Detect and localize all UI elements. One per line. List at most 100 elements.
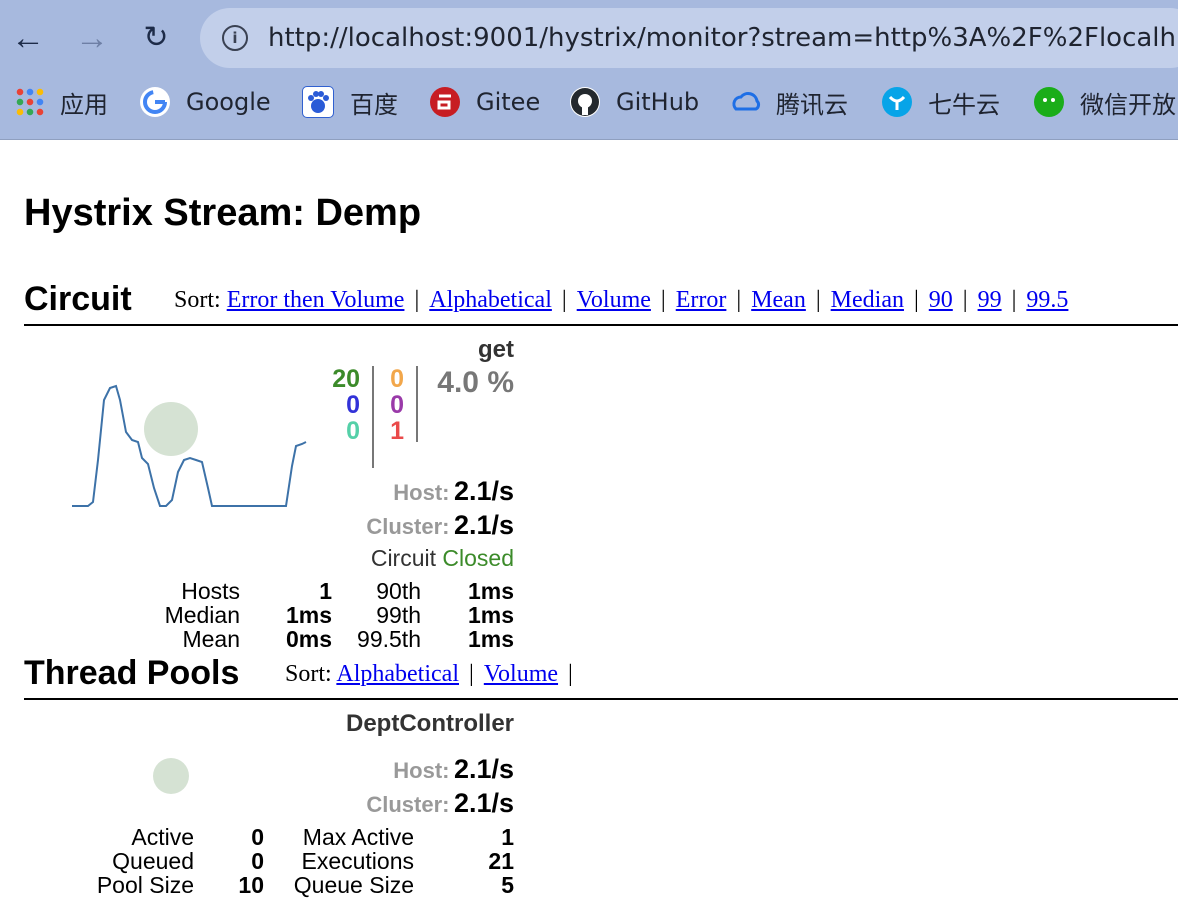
circuit-host-rate-row: Host: 2.1/s (300, 476, 514, 507)
mean-value: 0ms (285, 626, 332, 652)
count-rejected: 0 (390, 391, 404, 419)
circuit-cluster-rate-row: Cluster: 2.1/s (300, 510, 514, 541)
p90-label: 90th (376, 578, 421, 604)
cluster-rate: 2.1/s (453, 788, 514, 818)
apps-grid-icon (16, 88, 44, 116)
pool-host-rate-row: Host: 2.1/s (300, 754, 514, 785)
bookmarks-bar: 应用 Google 百度 Gitee GitHub 腾讯云 七牛云 微信开放 (0, 82, 1178, 122)
count-bad-request: 0 (346, 417, 360, 445)
max-active-label: Max Active (302, 824, 414, 850)
sort-error-then-volume[interactable]: Error then Volume (227, 287, 405, 313)
page-title: Hystrix Stream: Demp (24, 192, 422, 234)
queue-size-label: Queue Size (293, 872, 414, 898)
pool-size-value: 10 (238, 872, 264, 898)
p99-label: 99th (376, 602, 421, 628)
circuit-name: get (478, 336, 514, 363)
bookmark-apps[interactable]: 应用 (16, 82, 108, 122)
bookmark-qiniu[interactable]: 七牛云 (882, 82, 1000, 122)
count-success: 20 (332, 365, 360, 393)
host-label: Host: (393, 480, 450, 505)
reload-icon[interactable]: ↻ (136, 18, 176, 58)
bookmark-label: Gitee (476, 88, 541, 116)
active-value: 0 (251, 824, 264, 850)
sort-error[interactable]: Error (676, 287, 727, 313)
address-url[interactable]: http://localhost:9001/hystrix/monitor?st… (268, 23, 1176, 53)
queued-value: 0 (251, 848, 264, 874)
thread-pools-divider (24, 698, 1178, 700)
info-icon[interactable]: i (222, 25, 248, 51)
circuit-sparkline (72, 384, 307, 507)
sort-median[interactable]: Median (831, 287, 904, 313)
bookmark-label: 微信开放 (1080, 90, 1176, 119)
circuit-section-title: Circuit (24, 280, 132, 318)
pool-size-label: Pool Size (96, 872, 194, 898)
host-rate: 2.1/s (453, 754, 514, 784)
error-percentage: 4.0 % (437, 366, 514, 399)
sort-label: Sort: (285, 661, 332, 687)
bookmark-label: Google (186, 88, 271, 116)
gitee-icon (430, 87, 460, 117)
address-bar[interactable]: i http://localhost:9001/hystrix/monitor?… (200, 8, 1178, 68)
sort-90[interactable]: 90 (929, 287, 953, 313)
baidu-icon (302, 86, 334, 118)
forward-arrow-icon[interactable]: → (72, 18, 112, 58)
pool-health-bubble-wrap (153, 758, 189, 794)
google-icon (140, 87, 170, 117)
count-short-circuited: 0 (346, 391, 360, 419)
median-label: Median (164, 602, 240, 628)
cluster-label: Cluster: (366, 514, 450, 539)
max-active-value: 1 (501, 824, 514, 850)
sort-99-5[interactable]: 99.5 (1026, 287, 1068, 313)
mean-label: Mean (182, 626, 240, 652)
circuit-divider (24, 324, 1178, 326)
tencent-cloud-icon (730, 87, 761, 117)
pool-sort-volume[interactable]: Volume (484, 661, 558, 687)
bookmark-label: GitHub (616, 88, 700, 116)
executions-label: Executions (301, 848, 414, 874)
circuit-status-label: Circuit (370, 545, 436, 571)
sort-label: Sort: (174, 287, 221, 313)
bookmark-tencent-cloud[interactable]: 腾讯云 (730, 82, 848, 122)
sort-alphabetical[interactable]: Alphabetical (429, 287, 552, 313)
cluster-rate: 2.1/s (453, 510, 514, 540)
median-value: 1ms (285, 602, 332, 628)
thread-pools-sort-bar: Sort: Alphabetical | Volume | (285, 661, 573, 687)
back-arrow-icon[interactable]: ← (8, 18, 48, 58)
pool-cluster-rate-row: Cluster: 2.1/s (300, 788, 514, 819)
host-rate: 2.1/s (453, 476, 514, 506)
bookmark-label: 百度 (350, 90, 398, 119)
queued-label: Queued (112, 848, 194, 874)
sort-volume[interactable]: Volume (577, 287, 651, 313)
p995-value: 1ms (467, 626, 514, 652)
circuit-status-value: Closed (442, 545, 514, 571)
count-timeout: 0 (390, 365, 404, 393)
pool-health-bubble (153, 758, 189, 794)
bookmark-github[interactable]: GitHub (570, 82, 699, 122)
bookmark-label: 应用 (60, 90, 108, 119)
bookmark-google[interactable]: Google (140, 82, 271, 122)
pool-sort-alphabetical[interactable]: Alphabetical (336, 661, 459, 687)
active-label: Active (131, 824, 194, 850)
hosts-value: 1 (319, 578, 332, 604)
bookmark-label: 腾讯云 (776, 90, 848, 119)
cluster-label: Cluster: (366, 792, 450, 817)
thread-pools-section-title: Thread Pools (24, 654, 240, 692)
qiniu-icon (882, 87, 912, 117)
executions-value: 21 (488, 848, 514, 874)
wechat-icon (1034, 87, 1064, 117)
p99-value: 1ms (467, 602, 514, 628)
queue-size-value: 5 (501, 872, 514, 898)
sort-99[interactable]: 99 (978, 287, 1002, 313)
bookmark-baidu[interactable]: 百度 (302, 82, 398, 122)
browser-chrome: ← → ↻ i http://localhost:9001/hystrix/mo… (0, 0, 1178, 140)
host-label: Host: (393, 758, 450, 783)
p90-value: 1ms (467, 578, 514, 604)
count-failure: 1 (390, 417, 404, 445)
sort-mean[interactable]: Mean (751, 287, 806, 313)
github-icon (570, 87, 600, 117)
p995-label: 99.5th (357, 626, 421, 652)
bookmark-label: 七牛云 (928, 90, 1000, 119)
bookmark-wechat[interactable]: 微信开放 (1034, 82, 1176, 122)
bookmark-gitee[interactable]: Gitee (430, 82, 540, 122)
circuit-health-bubble (144, 402, 198, 456)
